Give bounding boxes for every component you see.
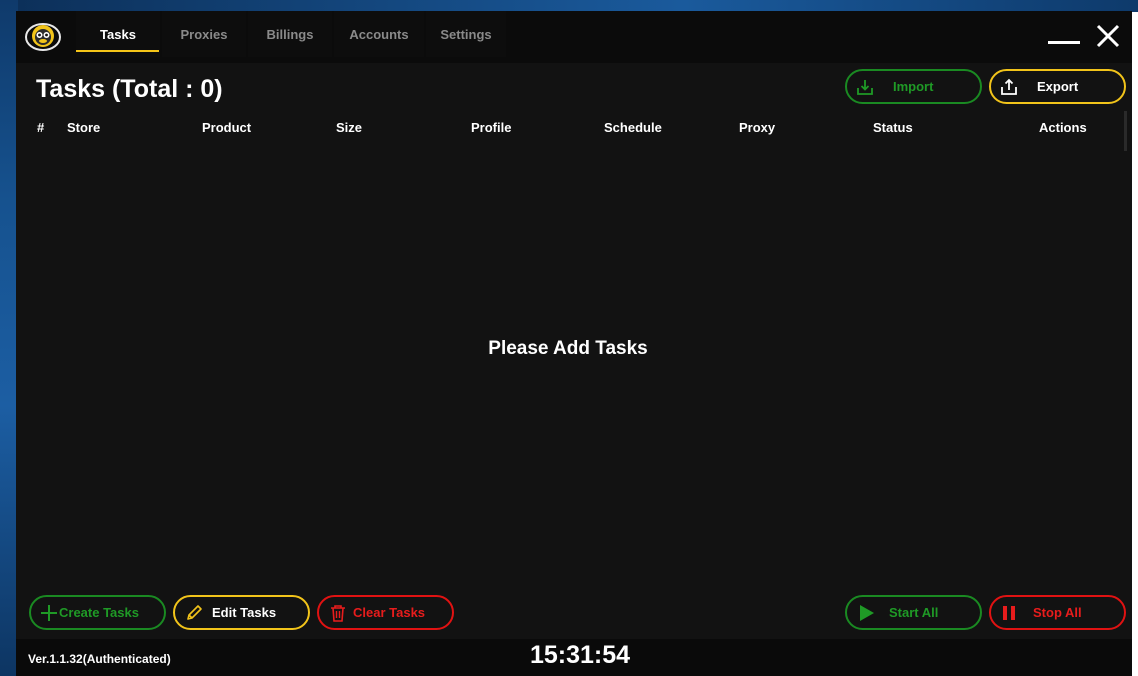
export-button[interactable]: Export <box>989 69 1126 104</box>
column-header: Size <box>336 120 363 135</box>
create-tasks-label: Create Tasks <box>59 605 139 620</box>
create-tasks-button[interactable]: Create Tasks <box>29 595 166 630</box>
play-icon <box>859 604 875 622</box>
column-header: Product <box>202 120 252 135</box>
clock: 15:31:54 <box>529 641 631 669</box>
column-header: Schedule <box>604 120 662 135</box>
plus-icon <box>40 604 58 622</box>
export-label: Export <box>1037 79 1079 94</box>
tab-proxies[interactable]: Proxies <box>162 11 246 57</box>
pencil-icon <box>185 604 203 622</box>
start-all-button[interactable]: Start All <box>845 595 982 630</box>
table-header: # Store Product Size Profile Schedule Pr… <box>16 115 1126 141</box>
pause-icon <box>1003 605 1017 621</box>
tab-label: Tasks <box>100 26 136 42</box>
stop-all-button[interactable]: Stop All <box>989 595 1126 630</box>
tab-settings[interactable]: Settings <box>426 11 506 57</box>
download-tray-icon <box>856 78 874 96</box>
app-window: Tasks Proxies Billings Accounts Settings… <box>16 11 1132 676</box>
column-header: # <box>37 120 45 135</box>
tab-label: Settings <box>440 26 492 42</box>
column-header: Profile <box>471 120 512 135</box>
page-title: Tasks (Total : 0) <box>36 75 223 103</box>
column-header: Store <box>67 120 101 135</box>
table-scrollbar[interactable] <box>1124 111 1127 151</box>
tab-label: Accounts <box>349 26 409 42</box>
active-tab-indicator <box>76 50 159 52</box>
status-bar: Ver.1.1.32(Authenticated) 15:31:54 <box>16 639 1132 676</box>
clear-tasks-label: Clear Tasks <box>353 605 426 620</box>
start-all-label: Start All <box>889 605 939 620</box>
column-header: Proxy <box>739 120 776 135</box>
close-icon[interactable] <box>1096 24 1120 53</box>
import-button[interactable]: Import <box>845 69 982 104</box>
column-header: Actions <box>1039 120 1087 135</box>
clear-tasks-button[interactable]: Clear Tasks <box>317 595 454 630</box>
column-header: Status <box>873 120 913 135</box>
edit-tasks-button[interactable]: Edit Tasks <box>173 595 310 630</box>
tab-billings[interactable]: Billings <box>248 11 332 57</box>
monkey-logo-icon <box>24 21 62 53</box>
empty-table-message: Please Add Tasks <box>488 338 648 359</box>
tab-accounts[interactable]: Accounts <box>334 11 424 57</box>
titlebar: Tasks Proxies Billings Accounts Settings <box>16 11 1132 63</box>
tab-label: Proxies <box>180 26 228 42</box>
trash-icon <box>330 604 346 622</box>
stop-all-label: Stop All <box>1033 605 1082 620</box>
edit-tasks-label: Edit Tasks <box>212 605 277 620</box>
import-label: Import <box>893 79 934 94</box>
upload-tray-icon <box>1000 78 1018 96</box>
minimize-icon[interactable] <box>1048 33 1080 51</box>
tab-label: Billings <box>266 26 314 42</box>
